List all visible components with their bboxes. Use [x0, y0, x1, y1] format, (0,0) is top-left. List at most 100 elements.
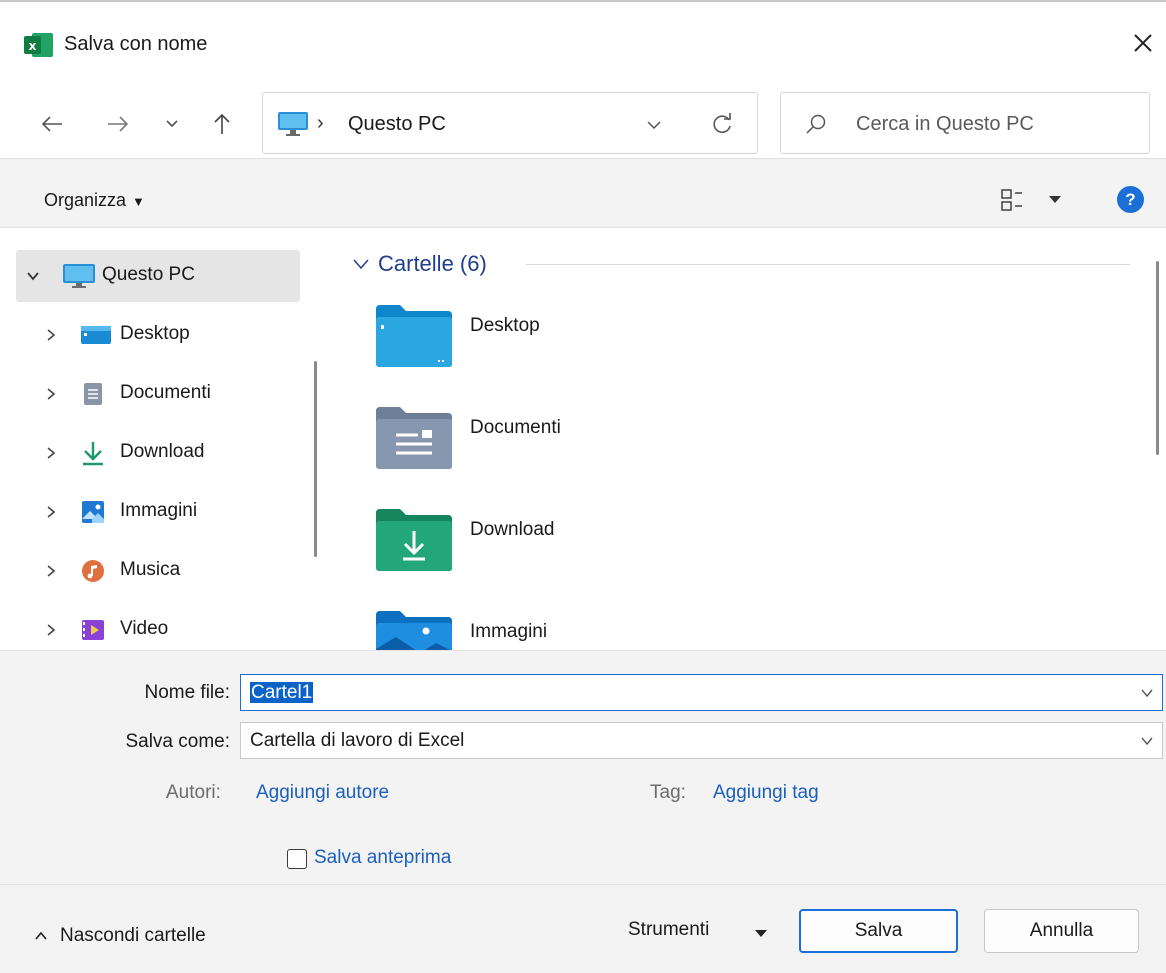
computer-icon — [278, 112, 308, 136]
sidebar-item-download[interactable]: Download — [16, 427, 300, 479]
content-scrollbar[interactable] — [1156, 261, 1159, 455]
filename-value[interactable]: Cartel1 — [250, 682, 314, 704]
view-caret-icon[interactable] — [1048, 195, 1062, 205]
chevron-right-icon[interactable] — [44, 387, 58, 401]
window-title: Salva con nome — [64, 33, 208, 55]
view-options-icon[interactable] — [1000, 187, 1030, 213]
breadcrumb-item[interactable]: Questo PC — [348, 113, 446, 136]
cancel-button[interactable]: Annulla — [984, 909, 1139, 953]
video-icon — [82, 620, 104, 640]
chevron-right-icon[interactable] — [44, 328, 58, 342]
computer-icon — [63, 264, 95, 288]
pictures-icon — [82, 501, 104, 523]
navigation-pane: Questo PC Desktop Documenti Download Imm… — [0, 229, 332, 650]
up-button[interactable] — [202, 104, 242, 144]
sidebar-item-video[interactable]: Video — [16, 604, 300, 650]
authors-label: Autori: — [166, 782, 221, 803]
help-button[interactable]: ? — [1117, 186, 1144, 213]
back-arrow-icon — [41, 116, 62, 132]
forward-arrow-icon — [108, 116, 129, 132]
command-bar: Organizza ▼ ? — [0, 158, 1166, 228]
sidebar-item-label: Immagini — [120, 500, 198, 521]
up-arrow-icon — [214, 113, 230, 134]
sidebar-item-documenti[interactable]: Documenti — [16, 368, 300, 420]
folder-item-documenti[interactable]: Documenti — [376, 405, 756, 485]
svg-text:x: x — [29, 39, 37, 53]
sidebar-item-desktop[interactable]: Desktop — [16, 309, 300, 361]
savetype-value: Cartella di lavoro di Excel — [250, 730, 465, 751]
sidebar-item-immagini[interactable]: Immagini — [16, 486, 300, 538]
add-tag-link[interactable]: Aggiungi tag — [713, 782, 819, 804]
save-options-panel: Nome file: Cartel1 Salva come: Cartella … — [0, 650, 1166, 884]
chevron-right-icon[interactable] — [44, 505, 58, 519]
caret-down-icon[interactable] — [754, 929, 768, 939]
chevron-up-icon — [35, 931, 47, 940]
recent-locations-button[interactable] — [152, 104, 192, 144]
sidebar-item-musica[interactable]: Musica — [16, 545, 300, 597]
close-icon[interactable] — [1130, 30, 1156, 56]
folder-item-desktop[interactable]: Desktop — [376, 303, 756, 383]
chevron-down-icon[interactable] — [1140, 735, 1154, 747]
sidebar-item-label: Documenti — [120, 382, 211, 403]
address-dropdown-icon[interactable] — [643, 115, 665, 135]
documents-folder-icon — [376, 407, 452, 469]
chevron-down-icon — [353, 259, 369, 270]
sidebar-item-label: Musica — [120, 559, 181, 580]
caret-down-icon: ▼ — [132, 194, 145, 209]
folder-label: Documenti — [470, 417, 561, 438]
chevron-right-icon[interactable] — [44, 446, 58, 460]
sidebar-scrollbar[interactable] — [314, 361, 317, 557]
save-button[interactable]: Salva — [799, 909, 958, 953]
music-icon — [82, 560, 104, 582]
chevron-down-icon[interactable] — [1140, 687, 1154, 699]
search-placeholder: Cerca in Questo PC — [856, 113, 1034, 135]
refresh-icon[interactable] — [709, 111, 735, 137]
excel-icon: x — [24, 33, 53, 57]
sidebar-item-label: Questo PC — [102, 264, 195, 285]
search-box[interactable]: Cerca in Questo PC — [780, 92, 1150, 154]
group-divider — [526, 264, 1130, 265]
tools-button[interactable]: Strumenti — [628, 919, 709, 941]
savetype-label: Salva come: — [125, 731, 230, 752]
save-preview-checkbox[interactable] — [287, 849, 307, 869]
organize-label: Organizza — [44, 190, 127, 210]
sidebar-item-questo-pc[interactable]: Questo PC — [16, 250, 300, 302]
filename-field[interactable]: Cartel1 — [240, 674, 1163, 711]
hide-folders-label: Nascondi cartelle — [60, 925, 206, 946]
chevron-down-icon[interactable] — [26, 269, 40, 283]
sidebar-item-label: Download — [120, 441, 205, 462]
file-list: Cartelle (6) Desktop Documenti Download — [334, 229, 1166, 650]
hide-folders-button[interactable]: Nascondi cartelle — [34, 925, 206, 947]
add-author-link[interactable]: Aggiungi autore — [256, 782, 389, 804]
sidebar-item-label: Video — [120, 618, 169, 639]
filename-label: Nome file: — [144, 682, 230, 703]
forward-button[interactable] — [98, 104, 138, 144]
filename-selected-text[interactable]: Cartel1 — [250, 682, 314, 703]
title-bar: x Salva con nome — [0, 0, 1166, 86]
folder-item-download[interactable]: Download — [376, 507, 756, 587]
chevron-down-icon — [166, 120, 178, 128]
savetype-select[interactable]: Cartella di lavoro di Excel — [240, 722, 1163, 759]
folder-label: Desktop — [470, 315, 540, 336]
desktop-icon — [81, 326, 111, 344]
save-preview-label[interactable]: Salva anteprima — [314, 847, 451, 869]
folder-label: Immagini — [470, 621, 548, 642]
documents-icon — [84, 383, 102, 405]
tags-label: Tag: — [650, 782, 686, 803]
chevron-right-icon[interactable] — [44, 623, 58, 637]
sidebar-item-label: Desktop — [120, 323, 190, 344]
navigation-bar: › Questo PC Cerca in Questo PC — [0, 86, 1166, 158]
group-label: Cartelle (6) — [378, 251, 487, 276]
organize-button[interactable]: Organizza ▼ — [44, 190, 145, 211]
back-button[interactable] — [32, 104, 72, 144]
search-icon — [806, 114, 826, 134]
dialog-footer: Nascondi cartelle Strumenti Salva Annull… — [0, 884, 1166, 973]
download-folder-icon — [376, 509, 452, 571]
breadcrumb-separator: › — [317, 112, 324, 134]
pictures-folder-icon — [376, 611, 452, 650]
download-icon — [83, 442, 103, 466]
address-bar[interactable]: › Questo PC — [262, 92, 758, 154]
folder-item-immagini[interactable]: Immagini — [376, 609, 756, 650]
chevron-right-icon[interactable] — [44, 564, 58, 578]
folder-label: Download — [470, 519, 555, 540]
